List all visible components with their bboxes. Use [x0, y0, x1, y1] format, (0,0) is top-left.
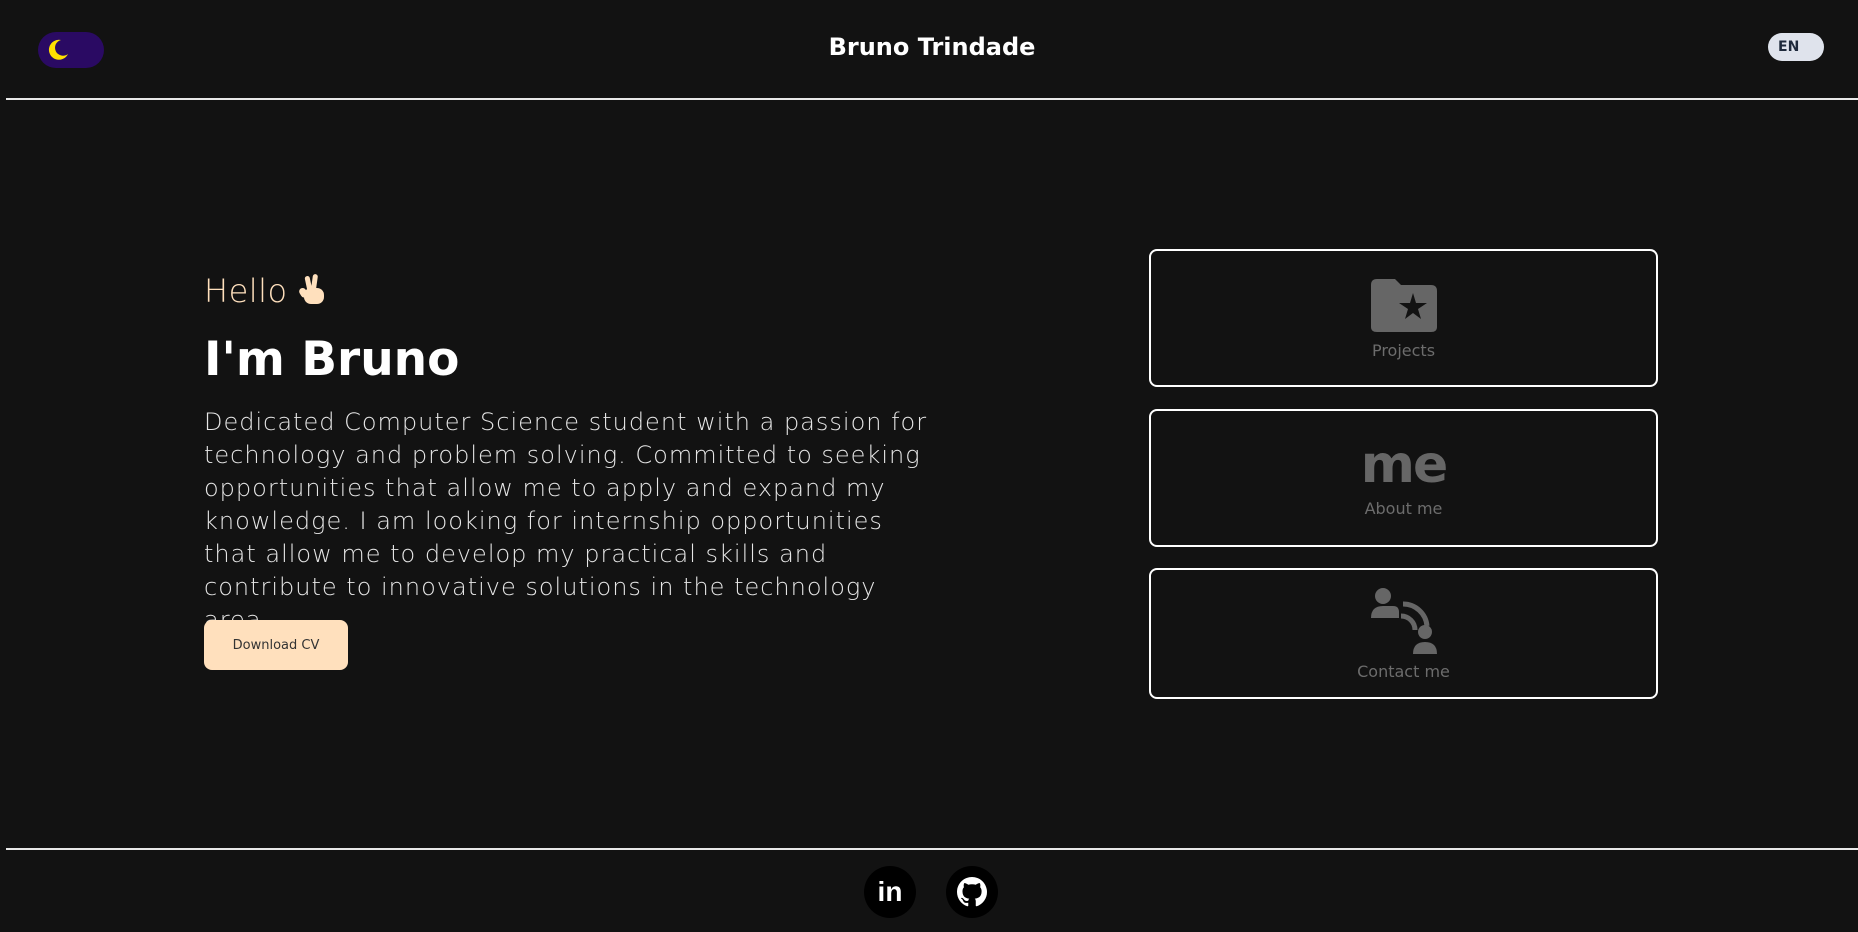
- download-cv-button[interactable]: Download CV: [204, 620, 348, 670]
- linkedin-button[interactable]: in: [864, 866, 916, 918]
- about-me-card[interactable]: me About me: [1149, 409, 1658, 547]
- language-toggle[interactable]: EN: [1768, 33, 1824, 61]
- site-title: Bruno Trindade: [828, 33, 1036, 61]
- footer-divider: [6, 848, 1858, 850]
- linkedin-icon: in: [877, 876, 903, 907]
- contact-me-card[interactable]: Contact me: [1149, 568, 1658, 699]
- page: Bruno Trindade EN Hello I'm Bruno Dedica…: [0, 0, 1858, 932]
- github-icon: [957, 877, 987, 907]
- greeting-text: Hello: [204, 272, 288, 310]
- greeting-row: Hello: [204, 272, 330, 310]
- people-signal-icon: [1370, 588, 1437, 654]
- hero-headline: I'm Bruno: [204, 332, 460, 387]
- site-header: Bruno Trindade EN: [6, 0, 1858, 100]
- peace-hand-icon: [298, 274, 324, 304]
- projects-card[interactable]: Projects: [1149, 249, 1658, 387]
- card-label-contact-me: Contact me: [1357, 662, 1450, 681]
- github-button[interactable]: [946, 866, 998, 918]
- folder-star-icon: [1370, 278, 1437, 332]
- hero-bio: Dedicated Computer Science student with …: [204, 408, 928, 634]
- me-icon: me: [1360, 434, 1448, 495]
- card-label-about-me: About me: [1364, 498, 1443, 518]
- card-label-projects: Projects: [1371, 340, 1436, 360]
